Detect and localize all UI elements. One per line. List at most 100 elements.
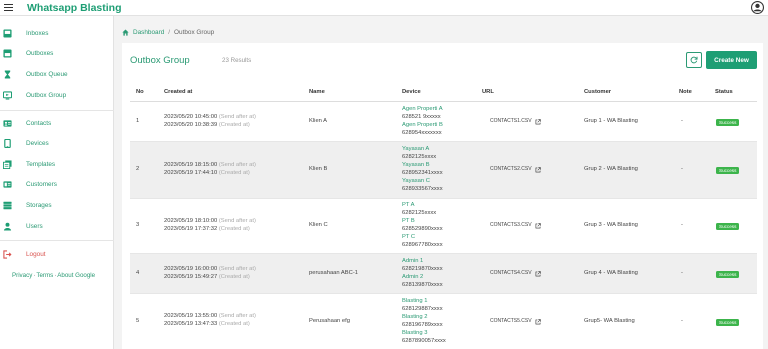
created-label: (Created at) bbox=[218, 320, 250, 327]
row-url-link[interactable]: CONTACTS5.CSV bbox=[490, 318, 541, 326]
id-card-icon bbox=[3, 180, 12, 188]
table-row[interactable]: 1 2023/05/20 10:45:00 (Send after at) 20… bbox=[130, 102, 757, 142]
row-note: - bbox=[681, 318, 683, 324]
row-number: 4 bbox=[136, 270, 140, 276]
device-number: 6282125xxxx bbox=[402, 153, 437, 160]
column-header-status: Status bbox=[715, 89, 733, 95]
row-url-link[interactable]: CONTACTS1.CSV bbox=[490, 118, 541, 126]
row-note: - bbox=[681, 118, 683, 124]
send-after-label: (Send after at) bbox=[218, 162, 256, 168]
row-devices: Agen Properti A 628521 9xxxxx Agen Prope… bbox=[402, 106, 443, 138]
user-avatar-icon[interactable] bbox=[751, 1, 764, 14]
footer-separator: · bbox=[54, 272, 57, 279]
device-number: 628139870xxxx bbox=[402, 281, 443, 288]
send-after-time: 2023/05/20 10:45:00 bbox=[164, 114, 218, 120]
row-note: - bbox=[681, 166, 683, 172]
table-row[interactable]: 4 2023/05/19 16:00:00 (Send after at) 20… bbox=[130, 254, 757, 294]
column-header-url: URL bbox=[482, 89, 494, 95]
sidebar-item-logout[interactable]: Logout bbox=[0, 247, 114, 261]
device-number: 628529890xxxx bbox=[402, 225, 443, 232]
send-after-label: (Send after at) bbox=[218, 114, 256, 120]
row-devices: Yayasan A 6282125xxxx Yayasan B 62895234… bbox=[402, 146, 443, 193]
column-header-no: No bbox=[136, 89, 144, 95]
top-bar: Whatsapp Blasting bbox=[0, 0, 768, 16]
created-time: 2023/05/19 17:37:32 bbox=[164, 225, 218, 232]
table-row[interactable]: 3 2023/05/19 18:10:00 (Send after at) 20… bbox=[130, 199, 757, 254]
logout-icon bbox=[3, 249, 12, 259]
send-after-time: 2023/05/19 18:10:00 bbox=[164, 218, 218, 224]
sidebar-item-label: Devices bbox=[26, 139, 49, 147]
sidebar-item-label: Contacts bbox=[26, 119, 52, 127]
external-link-icon bbox=[535, 271, 541, 277]
sidebar-item-label: Inboxes bbox=[26, 29, 49, 37]
sidebar-item-templates[interactable]: Templates bbox=[0, 157, 114, 171]
device-number: 628952341xxxx bbox=[402, 169, 443, 176]
status-badge: Success bbox=[716, 223, 740, 230]
device-name: PT C bbox=[402, 233, 416, 240]
create-new-button[interactable]: Create New bbox=[706, 51, 757, 69]
sidebar: Inboxes Outboxes Outbox Queue Outbox Gro… bbox=[0, 16, 114, 349]
outbox-icon bbox=[3, 48, 12, 58]
column-header-note: Note bbox=[679, 89, 692, 95]
device-number: 628967780xxxx bbox=[402, 241, 443, 248]
breadcrumb-dashboard-link[interactable]: Dashboard bbox=[133, 29, 164, 36]
sidebar-item-outbox-queue[interactable]: Outbox Queue bbox=[0, 67, 114, 81]
about-google-link[interactable]: About Google bbox=[57, 272, 95, 279]
created-label: (Created at) bbox=[218, 121, 250, 128]
device-name: Admin 2 bbox=[402, 273, 424, 280]
sidebar-item-outboxes[interactable]: Outboxes bbox=[0, 46, 114, 60]
row-url-link[interactable]: CONTACTS2.CSV bbox=[490, 166, 541, 174]
device-number: 628521 9xxxxx bbox=[402, 113, 441, 120]
sidebar-item-storages[interactable]: Storages bbox=[0, 198, 114, 212]
table-row[interactable]: 5 2023/05/19 13:55:00 (Send after at) 20… bbox=[130, 294, 757, 349]
url-filename: CONTACTS4.CSV bbox=[490, 270, 532, 276]
created-label: (Created at) bbox=[218, 225, 250, 232]
sidebar-item-contacts[interactable]: Contacts bbox=[0, 116, 114, 130]
sidebar-item-label: Logout bbox=[26, 250, 46, 258]
external-link-icon bbox=[535, 223, 541, 229]
sidebar-item-inboxes[interactable]: Inboxes bbox=[0, 26, 114, 40]
send-after-time: 2023/05/19 13:55:00 bbox=[164, 313, 218, 319]
device-name: Agen Properti A bbox=[402, 106, 443, 112]
send-after-time: 2023/05/19 18:15:00 bbox=[164, 162, 218, 168]
row-customer: Grup 2 - WA Blasting bbox=[584, 166, 638, 172]
sidebar-item-customers[interactable]: Customers bbox=[0, 177, 114, 191]
sidebar-item-label: Customers bbox=[26, 180, 57, 188]
row-name: Klien A bbox=[309, 118, 328, 124]
breadcrumb-current: Outbox Group bbox=[174, 29, 215, 36]
device-name: Yayasan A bbox=[402, 146, 430, 152]
created-label: (Created at) bbox=[218, 169, 250, 176]
device-number: 628219870xxxx bbox=[402, 265, 443, 272]
row-dates: 2023/05/19 16:00:00 (Send after at) 2023… bbox=[164, 266, 256, 282]
created-time: 2023/05/20 10:38:39 bbox=[164, 121, 218, 128]
sidebar-divider bbox=[0, 110, 114, 111]
sidebar-item-devices[interactable]: Devices bbox=[0, 136, 114, 150]
row-note: - bbox=[681, 222, 683, 228]
sidebar-item-outbox-group[interactable]: Outbox Group bbox=[0, 88, 114, 102]
sidebar-item-users[interactable]: Users bbox=[0, 219, 114, 233]
device-number: 628933567xxxx bbox=[402, 185, 443, 192]
row-url-link[interactable]: CONTACTS3.CSV bbox=[490, 222, 541, 230]
hamburger-menu-icon[interactable] bbox=[4, 4, 13, 11]
device-name: Admin 1 bbox=[402, 258, 424, 264]
terms-link[interactable]: Terms bbox=[36, 272, 53, 279]
url-filename: CONTACTS5.CSV bbox=[490, 318, 532, 324]
template-icon bbox=[3, 159, 12, 169]
external-link-icon bbox=[535, 119, 541, 125]
sidebar-item-label: Outbox Queue bbox=[26, 70, 68, 78]
column-header-device: Device bbox=[402, 89, 421, 95]
table-row[interactable]: 2 2023/05/19 18:15:00 (Send after at) 20… bbox=[130, 142, 757, 199]
device-number: 628196789xxxx bbox=[402, 321, 443, 328]
app-title: Whatsapp Blasting bbox=[27, 1, 122, 14]
status-badge: Success bbox=[716, 271, 740, 278]
storage-icon bbox=[3, 201, 12, 209]
url-filename: CONTACTS3.CSV bbox=[490, 222, 532, 228]
privacy-link[interactable]: Privacy bbox=[12, 272, 32, 279]
row-devices: Blasting 1 628129887xxxx Blasting 2 6281… bbox=[402, 298, 446, 345]
created-time: 2023/05/19 15:49:27 bbox=[164, 273, 218, 280]
row-dates: 2023/05/19 13:55:00 (Send after at) 2023… bbox=[164, 313, 256, 329]
row-url-link[interactable]: CONTACTS4.CSV bbox=[490, 270, 541, 278]
refresh-button[interactable] bbox=[686, 52, 702, 68]
device-name: Blasting 1 bbox=[402, 298, 428, 304]
inbox-icon bbox=[3, 28, 12, 38]
